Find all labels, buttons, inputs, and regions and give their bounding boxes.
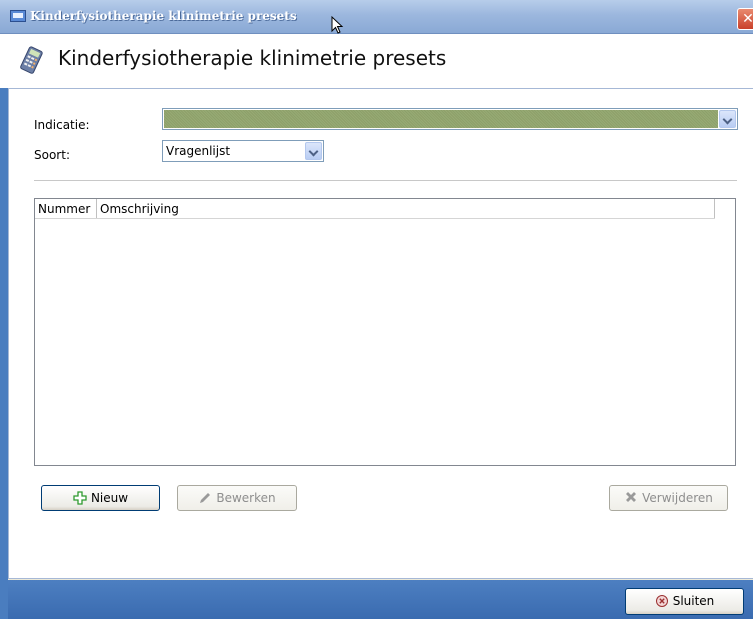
page-title: Kinderfysiotherapie klinimetrie presets [58, 46, 447, 70]
separator [34, 180, 737, 181]
delete-x-icon [626, 492, 637, 502]
calculator-icon [20, 46, 43, 74]
dialog-window: Kinderfysiotherapie klinimetrie presets … [0, 0, 753, 619]
pencil-icon [200, 493, 211, 503]
table-header: Nummer Omschrijving [35, 199, 715, 219]
column-header-omschrijving[interactable]: Omschrijving [97, 199, 715, 218]
close-button[interactable]: ✕ [737, 8, 753, 30]
sluiten-label: Sluiten [672, 594, 715, 608]
nieuw-button[interactable]: Nieuw [41, 485, 160, 511]
soort-label: Soort: [34, 148, 70, 162]
app-icon [10, 10, 26, 22]
soort-value: Vragenlijst [166, 144, 231, 158]
nieuw-label: Nieuw [90, 491, 129, 505]
window-title: Kinderfysiotherapie klinimetrie presets [30, 9, 297, 23]
soort-dropdown[interactable]: Vragenlijst [162, 140, 324, 162]
bewerken-label: Bewerken [216, 491, 276, 505]
indicatie-label: Indicatie: [34, 118, 90, 132]
verwijderen-label: Verwijderen [642, 491, 713, 505]
chevron-down-icon[interactable] [305, 142, 322, 160]
plus-icon [73, 491, 87, 505]
column-header-nummer[interactable]: Nummer [35, 199, 97, 218]
bewerken-button[interactable]: Bewerken [177, 485, 297, 511]
close-circle-icon [655, 595, 668, 607]
header-area: Kinderfysiotherapie klinimetrie presets [0, 34, 753, 88]
title-bar[interactable]: Kinderfysiotherapie klinimetrie presets … [0, 0, 753, 34]
verwijderen-button[interactable]: Verwijderen [609, 485, 728, 511]
sluiten-button[interactable]: Sluiten [625, 588, 744, 615]
presets-table[interactable]: Nummer Omschrijving [34, 198, 736, 466]
mouse-cursor-icon [331, 15, 344, 34]
indicatie-selection [164, 110, 718, 128]
window-left-border [0, 34, 8, 619]
chevron-down-icon[interactable] [719, 110, 736, 128]
indicatie-dropdown[interactable] [162, 108, 738, 130]
